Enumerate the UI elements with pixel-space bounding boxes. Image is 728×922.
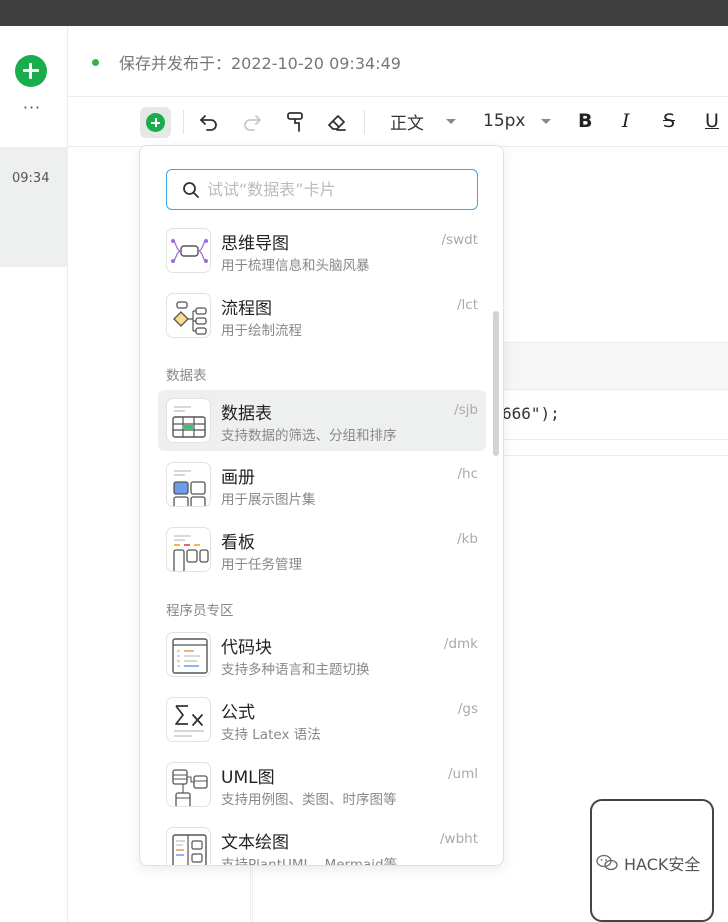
menu-item-desc: 支持PlantUML、Mermaid等 — [221, 857, 398, 866]
wechat-icon — [596, 854, 618, 871]
album-icon — [166, 462, 211, 507]
menu-item-flowchart[interactable]: 流程图 用于绘制流程 /lct — [158, 285, 486, 346]
menu-item-desc: 支持数据的筛选、分组和排序 — [221, 428, 397, 444]
text-drawing-icon — [166, 827, 211, 865]
menu-item-shortcut: /sjb — [454, 402, 478, 418]
menu-item-shortcut: /kb — [457, 531, 478, 547]
font-size-value: 15px — [483, 111, 526, 131]
watermark-text: HACK安全 — [624, 855, 701, 874]
table-icon — [166, 398, 211, 443]
menu-item-desc: 用于任务管理 — [221, 557, 302, 573]
kanban-icon — [166, 527, 211, 572]
history-time: 09:34 — [12, 171, 50, 186]
search-input[interactable] — [207, 176, 467, 203]
divider — [68, 96, 728, 97]
search-icon — [183, 182, 199, 198]
menu-item-title: 画册 — [221, 468, 255, 488]
insert-menu: 思维导图 用于梳理信息和头脑风暴 /swdt 流程图 用于绘制流程 /lct 数… — [139, 145, 504, 866]
menu-item-title: 文本绘图 — [221, 833, 289, 853]
menu-item-title: 公式 — [221, 703, 255, 723]
menu-item-codeblock[interactable]: 代码块 支持多种语言和主题切换 /dmk — [158, 624, 486, 685]
paragraph-style-value: 正文 — [390, 113, 424, 134]
menu-item-title: 数据表 — [221, 404, 272, 424]
left-rail: ··· 09:34 — [0, 26, 68, 922]
menu-item-kanban[interactable]: 看板 用于任务管理 /kb — [158, 519, 486, 580]
menu-item-formula[interactable]: 公式 支持 Latex 语法 /gs — [158, 689, 486, 750]
menu-item-title: 代码块 — [221, 638, 272, 658]
uml-icon — [166, 762, 211, 807]
code-text: 666"); — [502, 404, 560, 423]
menu-item-desc: 支持 Latex 语法 — [221, 727, 321, 743]
menu-item-mindmap[interactable]: 思维导图 用于梳理信息和头脑风暴 /swdt — [158, 220, 486, 281]
menu-item-shortcut: /gs — [457, 701, 478, 717]
menu-item-shortcut: /hc — [457, 466, 478, 482]
underline-button[interactable]: U — [705, 108, 719, 134]
menu-item-album[interactable]: 画册 用于展示图片集 /hc — [158, 454, 486, 515]
italic-button[interactable]: I — [622, 108, 630, 134]
chevron-down-icon — [446, 118, 456, 124]
menu-item-uml[interactable]: UML图 支持用例图、类图、时序图等 /uml — [158, 754, 486, 815]
menu-item-title: 流程图 — [221, 299, 272, 319]
format-painter-icon[interactable] — [283, 110, 307, 134]
watermark: HACK安全 — [596, 850, 700, 876]
code-block-icon — [166, 632, 211, 677]
menu-item-desc: 支持用例图、类图、时序图等 — [221, 792, 397, 808]
font-size-select[interactable]: 15px — [483, 108, 552, 134]
toolbar-separator — [183, 110, 184, 134]
save-status-text: 保存并发布于：2022-10-20 09:34:49 — [119, 54, 401, 73]
menu-item-datatable[interactable]: 数据表 支持数据的筛选、分组和排序 /sjb — [158, 390, 486, 451]
section-label-data: 数据表 — [166, 368, 207, 384]
status-dot-icon — [92, 58, 99, 66]
new-doc-plus-icon[interactable] — [15, 55, 47, 87]
menu-item-shortcut: /swdt — [441, 232, 479, 248]
section-label-dev: 程序员专区 — [166, 603, 234, 619]
chevron-down-icon — [541, 118, 552, 124]
menu-item-text-drawing[interactable]: 文本绘图 支持PlantUML、Mermaid等 /wbht — [158, 819, 486, 866]
menu-scrollbar[interactable] — [493, 311, 499, 456]
flowchart-icon — [166, 293, 211, 338]
strikethrough-button[interactable]: S — [663, 108, 675, 134]
menu-item-title: UML图 — [221, 768, 275, 788]
menu-item-shortcut: /lct — [456, 297, 478, 313]
save-status: 保存并发布于：2022-10-20 09:34:49 — [92, 52, 401, 73]
eraser-icon[interactable] — [325, 110, 349, 134]
more-icon[interactable]: ··· — [17, 100, 47, 118]
menu-item-desc: 用于绘制流程 — [221, 323, 302, 339]
menu-item-desc: 支持多种语言和主题切换 — [221, 662, 370, 678]
window-top-bar — [0, 0, 728, 26]
menu-item-desc: 用于梳理信息和头脑风暴 — [221, 258, 370, 274]
mindmap-icon — [166, 228, 211, 273]
menu-item-title: 看板 — [221, 533, 255, 553]
menu-item-shortcut: /dmk — [443, 636, 478, 652]
insert-block-button[interactable] — [140, 107, 171, 138]
menu-item-desc: 用于展示图片集 — [221, 492, 316, 508]
sigma-icon — [166, 697, 211, 742]
redo-icon[interactable] — [240, 110, 264, 134]
history-item[interactable]: 09:34 — [0, 147, 67, 267]
paragraph-style-select[interactable]: 正文 — [390, 108, 456, 134]
toolbar-separator — [364, 110, 365, 134]
menu-item-shortcut: /wbht — [439, 831, 478, 847]
menu-item-title: 思维导图 — [221, 234, 289, 254]
plus-circle-icon — [146, 113, 165, 132]
bold-button[interactable]: B — [578, 108, 592, 134]
menu-item-shortcut: /uml — [447, 766, 478, 782]
undo-icon[interactable] — [197, 110, 221, 134]
menu-search[interactable] — [166, 169, 478, 210]
